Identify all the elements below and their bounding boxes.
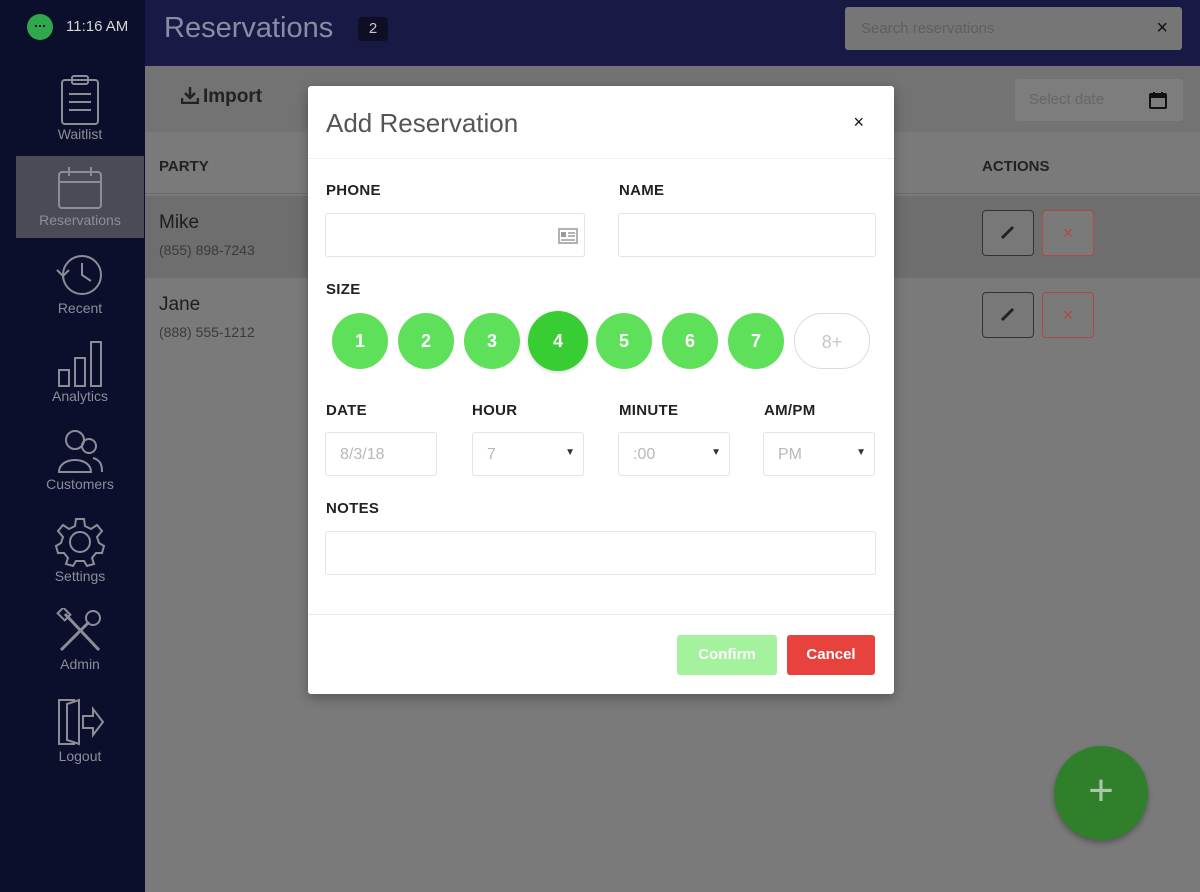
delete-button[interactable]: × — [1042, 210, 1094, 256]
calendar-icon — [1149, 92, 1167, 109]
size-option-3[interactable]: 3 — [464, 313, 520, 369]
name-field[interactable] — [618, 213, 876, 257]
gear-icon — [54, 518, 106, 568]
size-option-6[interactable]: 6 — [662, 313, 718, 369]
sidebar-item-logout[interactable]: Logout — [16, 688, 144, 770]
clear-search-icon[interactable]: × — [1156, 17, 1168, 40]
size-option-4[interactable]: 4 — [528, 311, 588, 371]
cancel-button[interactable]: Cancel — [787, 635, 875, 675]
size-option-1[interactable]: 1 — [332, 313, 388, 369]
column-header-party: PARTY — [159, 158, 209, 175]
sidebar-item-label: Analytics — [51, 388, 109, 404]
hour-select[interactable]: 7 ▼ — [472, 432, 584, 476]
size-option-2[interactable]: 2 — [398, 313, 454, 369]
sidebar-item-analytics[interactable]: Analytics — [16, 330, 144, 412]
edit-button[interactable] — [982, 292, 1034, 338]
confirm-button[interactable]: Confirm — [677, 635, 777, 675]
clipboard-icon — [61, 75, 99, 125]
reservation-count-badge: 2 — [358, 17, 388, 41]
calendar-icon — [58, 167, 102, 209]
minute-select[interactable]: :00 ▼ — [618, 432, 730, 476]
import-label: Import — [203, 86, 263, 107]
sidebar-status: 11:16 AM — [0, 0, 145, 58]
pencil-icon — [1000, 307, 1015, 322]
tools-icon — [56, 608, 101, 652]
contact-card-icon — [558, 228, 578, 244]
name-label: NAME — [619, 182, 665, 199]
column-header-actions: ACTIONS — [982, 158, 1050, 175]
sidebar-item-waitlist[interactable]: Waitlist — [16, 66, 144, 148]
delete-button[interactable]: × — [1042, 292, 1094, 338]
sidebar-item-admin[interactable]: Admin — [16, 600, 144, 682]
chevron-down-icon: ▼ — [565, 447, 575, 458]
sidebar-item-customers[interactable]: Customers — [16, 418, 144, 500]
party-name: Jane — [159, 294, 201, 315]
phone-label: PHONE — [326, 182, 381, 199]
sidebar-item-label: Settings — [54, 568, 106, 584]
ampm-select[interactable]: PM ▼ — [763, 432, 875, 476]
party-name: Mike — [159, 212, 200, 233]
notes-field[interactable] — [325, 531, 876, 575]
divider — [308, 614, 894, 615]
page-header: Reservations 2 Search reservations × — [145, 0, 1200, 66]
size-option-8-plus[interactable]: 8+ — [794, 313, 870, 369]
sidebar-item-label: Recent — [57, 300, 103, 316]
hour-label: HOUR — [472, 402, 518, 419]
minute-value: :00 — [633, 446, 656, 463]
add-reservation-modal: Add Reservation × PHONE NAME SIZE 1 2 3 … — [308, 86, 894, 694]
modal-title: Add Reservation — [326, 108, 519, 138]
ampm-value: PM — [778, 446, 802, 463]
date-filter-placeholder: Select date — [1029, 91, 1105, 108]
sidebar-item-settings[interactable]: Settings — [16, 508, 144, 590]
date-value: 8/3/18 — [340, 446, 385, 463]
sidebar: 11:16 AM Waitlist Reservations Recent An… — [0, 0, 145, 892]
ampm-label: AM/PM — [764, 402, 816, 419]
bar-chart-icon — [58, 341, 102, 387]
size-option-7[interactable]: 7 — [728, 313, 784, 369]
page-title: Reservations — [164, 12, 334, 44]
phone-field[interactable] — [325, 213, 585, 257]
sidebar-item-label: Reservations — [39, 212, 121, 228]
hour-value: 7 — [487, 446, 496, 463]
sidebar-item-label: Logout — [58, 748, 102, 764]
close-icon[interactable]: × — [853, 112, 864, 133]
sidebar-item-label: Admin — [60, 656, 100, 672]
minute-label: MINUTE — [619, 402, 679, 419]
chevron-down-icon: ▼ — [856, 447, 866, 458]
app-logo-icon — [27, 14, 53, 40]
download-icon — [180, 87, 200, 105]
add-reservation-fab[interactable]: + — [1054, 746, 1148, 840]
logout-icon — [58, 698, 105, 746]
party-phone: (888) 555-1212 — [159, 324, 255, 340]
sidebar-item-reservations[interactable]: Reservations — [16, 156, 144, 238]
size-label: SIZE — [326, 281, 361, 298]
edit-button[interactable] — [982, 210, 1034, 256]
date-filter-input[interactable]: Select date — [1015, 79, 1183, 121]
date-label: DATE — [326, 402, 367, 419]
sidebar-item-label: Waitlist — [57, 126, 103, 142]
party-phone: (855) 898-7243 — [159, 242, 255, 258]
divider — [308, 158, 894, 159]
chevron-down-icon: ▼ — [711, 447, 721, 458]
sidebar-item-label: Customers — [46, 476, 114, 492]
clock: 11:16 AM — [66, 18, 129, 35]
search-input[interactable]: Search reservations × — [845, 7, 1182, 50]
search-placeholder: Search reservations — [861, 20, 995, 37]
import-button[interactable]: Import — [180, 86, 263, 108]
sidebar-item-recent[interactable]: Recent — [16, 242, 144, 324]
notes-label: NOTES — [326, 500, 380, 517]
date-field[interactable]: 8/3/18 — [325, 432, 437, 476]
history-icon — [56, 255, 102, 295]
size-option-5[interactable]: 5 — [596, 313, 652, 369]
customers-icon — [57, 430, 103, 473]
pencil-icon — [1000, 225, 1015, 240]
